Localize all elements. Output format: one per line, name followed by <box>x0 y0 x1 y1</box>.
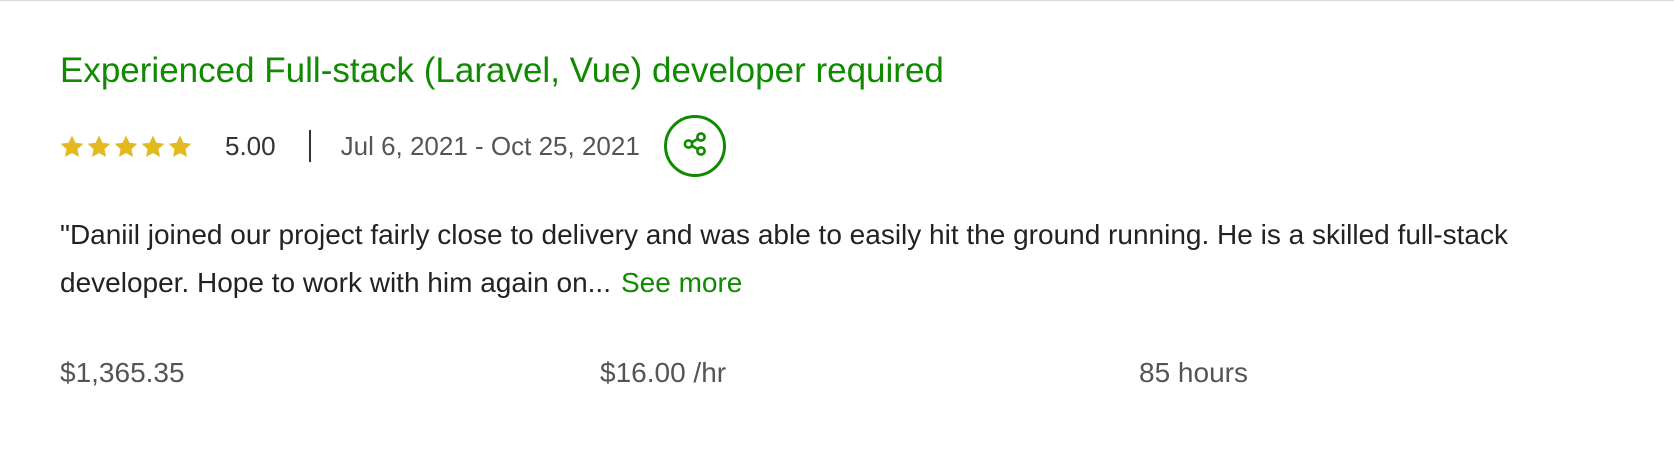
star-icon <box>168 135 192 158</box>
feedback-text: "Daniil joined our project fairly close … <box>60 219 1509 298</box>
share-icon <box>681 130 709 163</box>
job-meta-row: 5.00 Jul 6, 2021 - Oct 25, 2021 <box>60 113 726 179</box>
star-icon <box>141 135 165 158</box>
total-earned: $1,365.35 <box>60 357 185 388</box>
star-rating <box>60 135 192 158</box>
contract-date-range: Jul 6, 2021 - Oct 25, 2021 <box>340 130 640 161</box>
hourly-rate: $16.00 /hr <box>600 357 727 388</box>
client-feedback: "Daniil joined our project fairly close … <box>60 211 1600 307</box>
rating-value: 5.00 <box>225 130 276 161</box>
share-button[interactable] <box>663 115 726 177</box>
hours-worked: 85 hours <box>1139 357 1248 388</box>
work-history-item: Experienced Full-stack (Laravel, Vue) de… <box>0 0 1674 463</box>
star-icon <box>114 135 138 158</box>
job-title-link[interactable]: Experienced Full-stack (Laravel, Vue) de… <box>60 51 944 91</box>
star-icon <box>87 135 111 158</box>
see-more-link[interactable]: See more <box>621 267 742 298</box>
meta-divider <box>308 130 311 162</box>
star-icon <box>60 135 84 158</box>
